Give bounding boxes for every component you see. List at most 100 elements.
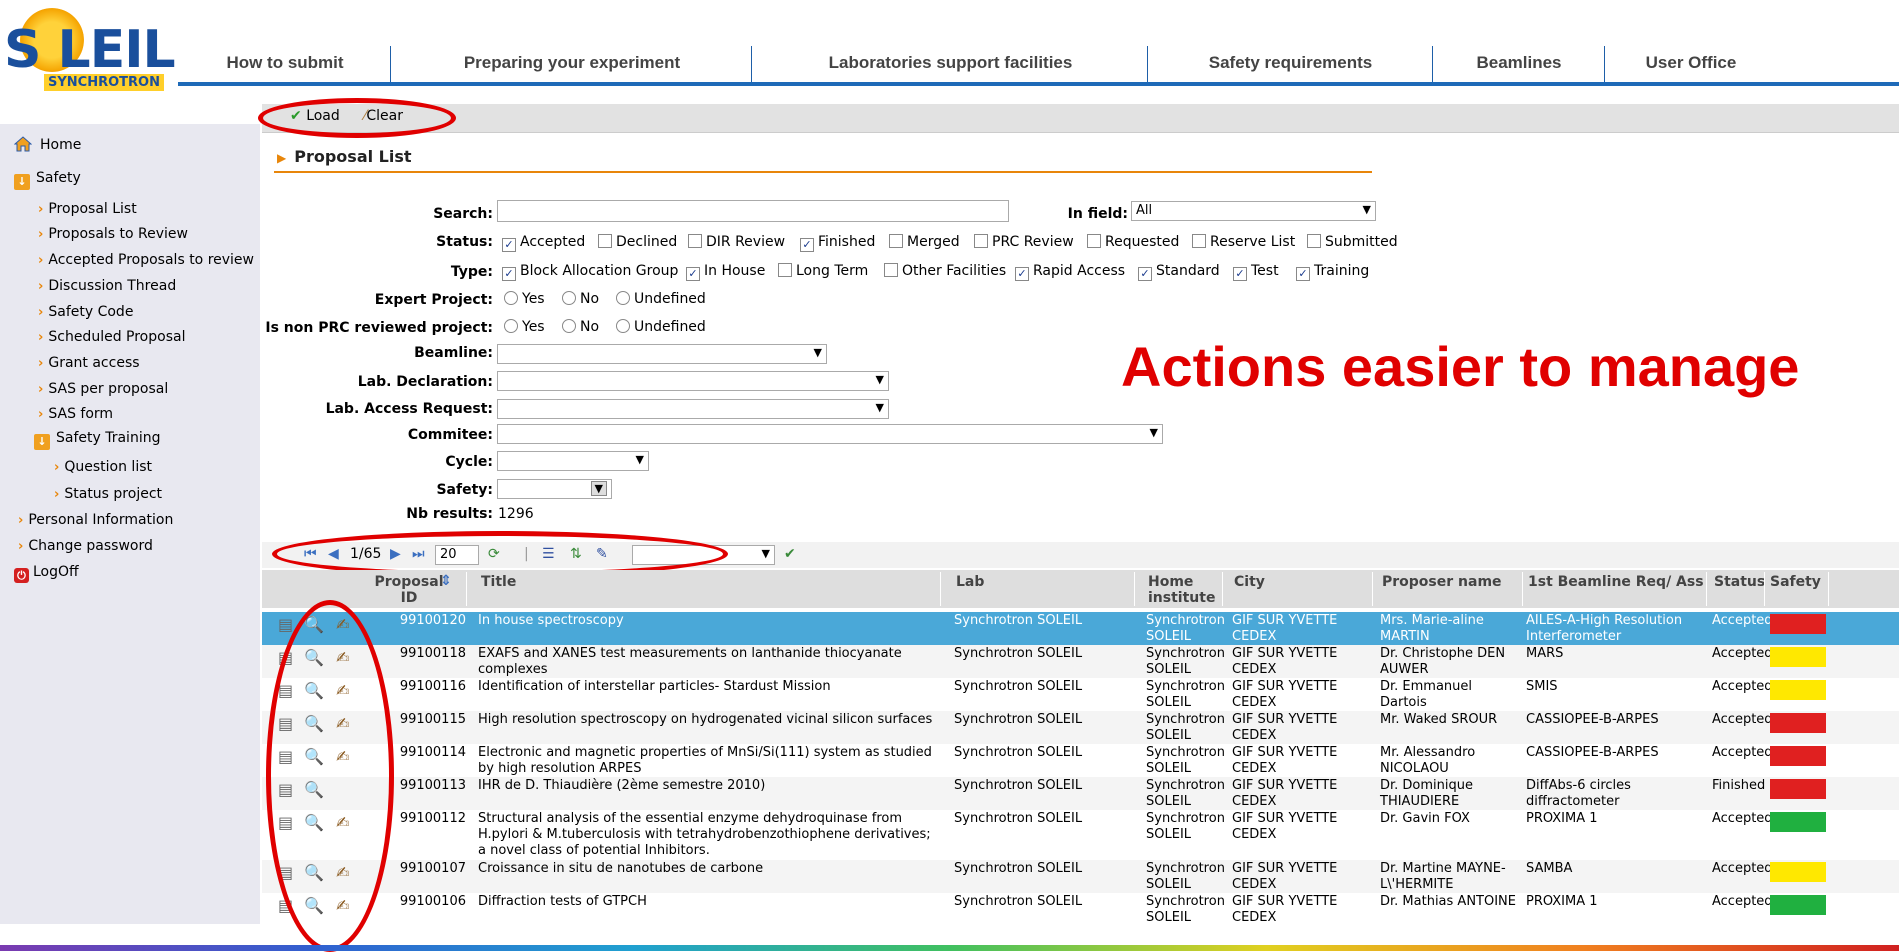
lab-access-select[interactable]: ▼ <box>497 399 889 419</box>
checkbox[interactable] <box>974 234 988 248</box>
expert-no[interactable]: No <box>562 291 599 307</box>
sidebar-item-accepted-proposals[interactable]: › Accepted Proposals to review <box>38 252 254 268</box>
type-other-facilities[interactable]: Other Facilities <box>884 263 1006 279</box>
table-row[interactable]: ▤ 🔍 ✍ 99100112 Structural analysis of the es… <box>262 810 1899 860</box>
col-status[interactable]: Status <box>1714 574 1765 590</box>
col-city[interactable]: City <box>1234 574 1265 590</box>
sort-arrow-icon[interactable]: ⇕ <box>440 573 452 589</box>
nav-how-to-submit[interactable]: How to submit <box>180 46 390 80</box>
checkbox[interactable]: ✓ <box>686 267 700 281</box>
checkbox[interactable] <box>1192 234 1206 248</box>
radio[interactable] <box>562 291 576 305</box>
checkbox[interactable]: ✓ <box>1138 267 1152 281</box>
status-finished[interactable]: ✓ Finished <box>800 234 875 252</box>
beamline-select[interactable]: ▼ <box>497 344 827 364</box>
checkbox[interactable]: ✓ <box>1015 267 1029 281</box>
nonprc-no[interactable]: No <box>562 319 599 335</box>
table-row[interactable]: ▤ 🔍 99100113 IHR de D. Thiaudière (2ème sem… <box>262 777 1899 810</box>
sidebar-item-grant-access[interactable]: › Grant access <box>38 355 140 371</box>
soleil-logo[interactable]: S LEIL SYNCHROTRON <box>4 8 180 91</box>
infield-select[interactable]: All ▼ <box>1131 201 1376 221</box>
type-long-term[interactable]: Long Term <box>778 263 868 279</box>
checkbox[interactable]: ✓ <box>800 238 814 252</box>
commitee-select[interactable]: ▼ <box>497 424 1163 444</box>
sidebar-item-safety-code[interactable]: › Safety Code <box>38 304 133 320</box>
table-row[interactable]: ▤ 🔍 ✍ 99100107 Croissance in situ de nanotub… <box>262 860 1899 893</box>
sidebar-item-sas-per-proposal[interactable]: › SAS per proposal <box>38 381 168 397</box>
status-accepted[interactable]: ✓ Accepted <box>502 234 585 252</box>
radio[interactable] <box>504 319 518 333</box>
type-in-house[interactable]: ✓ In House <box>686 263 765 281</box>
sidebar-item-status-project[interactable]: › Status project <box>54 486 162 502</box>
nav-laboratories[interactable]: Laboratories support facilities <box>753 46 1148 80</box>
type-training[interactable]: ✓ Training <box>1296 263 1369 281</box>
table-row[interactable]: ▤ 🔍 ✍ 99100120 In house spectroscopy Synchrot… <box>262 612 1899 645</box>
type-test[interactable]: ✓ Test <box>1233 263 1279 281</box>
sidebar-item-scheduled-proposal[interactable]: › Scheduled Proposal <box>38 329 185 345</box>
search-input[interactable] <box>497 200 1009 222</box>
sidebar-item-proposals-to-review[interactable]: › Proposals to Review <box>38 226 188 242</box>
col-safety[interactable]: Safety <box>1770 574 1821 590</box>
status-reserve-list[interactable]: Reserve List <box>1192 234 1295 250</box>
sidebar-item-safety-training[interactable]: ↓ Safety Training <box>34 430 160 450</box>
radio[interactable] <box>562 319 576 333</box>
sidebar-item-discussion-thread[interactable]: › Discussion Thread <box>38 278 176 294</box>
checkbox[interactable]: ✓ <box>502 238 516 252</box>
sidebar-item-proposal-list[interactable]: › Proposal List <box>38 201 137 217</box>
type-standard[interactable]: ✓ Standard <box>1138 263 1220 281</box>
status-dir-review[interactable]: DIR Review <box>688 234 785 250</box>
checkbox[interactable]: ✓ <box>1296 267 1310 281</box>
cycle-select[interactable]: ▼ <box>497 451 649 471</box>
sidebar-item-home[interactable]: Home <box>14 136 81 153</box>
col-proposer[interactable]: Proposer name <box>1382 574 1502 590</box>
sidebar-item-question-list[interactable]: › Question list <box>54 459 152 475</box>
nonprc-yes[interactable]: Yes <box>504 319 545 335</box>
status-requested[interactable]: Requested <box>1087 234 1179 250</box>
checkbox[interactable]: ✓ <box>1233 267 1247 281</box>
sidebar-item-sas-form[interactable]: › SAS form <box>38 406 113 422</box>
expert-yes[interactable]: Yes <box>504 291 545 307</box>
nonprc-undefined[interactable]: Undefined <box>616 319 706 335</box>
expert-undefined[interactable]: Undefined <box>616 291 706 307</box>
radio[interactable] <box>616 319 630 333</box>
nav-preparing-experiment[interactable]: Preparing your experiment <box>392 46 752 80</box>
status-prc-review[interactable]: PRC Review <box>974 234 1074 250</box>
checkbox[interactable] <box>889 234 903 248</box>
checkbox[interactable]: ✓ <box>502 267 516 281</box>
nav-safety-requirements[interactable]: Safety requirements <box>1149 46 1432 80</box>
sidebar-item-safety[interactable]: ↓ Safety <box>14 170 81 190</box>
table-row[interactable]: ▤ 🔍 ✍ 99100118 EXAFS and XANES test measurem… <box>262 645 1899 678</box>
checkbox[interactable] <box>1087 234 1101 248</box>
checkbox[interactable] <box>688 234 702 248</box>
radio[interactable] <box>616 291 630 305</box>
type-rapid-access[interactable]: ✓ Rapid Access <box>1015 263 1125 281</box>
col-proposal-id[interactable]: Proposal ID <box>370 574 448 606</box>
checkbox[interactable] <box>1307 234 1321 248</box>
table-row[interactable]: ▤ 🔍 ✍ 99100106 Diffraction tests of GTPCH Syn… <box>262 893 1899 926</box>
radio[interactable] <box>504 291 518 305</box>
status-submitted[interactable]: Submitted <box>1307 234 1398 250</box>
checkbox[interactable] <box>884 263 898 277</box>
sidebar-item-logoff[interactable]: ⏻ LogOff <box>14 564 79 583</box>
document-icon[interactable]: ▤ <box>278 615 293 634</box>
col-beamline[interactable]: 1st Beamline Req/ Ass <box>1528 574 1704 590</box>
status-merged[interactable]: Merged <box>889 234 960 250</box>
nav-beamlines[interactable]: Beamlines <box>1434 46 1604 80</box>
cell-status: Accepted <box>1712 613 1773 628</box>
checkbox[interactable] <box>778 263 792 277</box>
table-row[interactable]: ▤ 🔍 ✍ 99100116 Identification of interstella… <box>262 678 1899 711</box>
status-declined[interactable]: Declined <box>598 234 677 250</box>
table-row[interactable]: ▤ 🔍 ✍ 99100114 Electronic and magnetic prope… <box>262 744 1899 777</box>
lab-declaration-select[interactable]: ▼ <box>497 371 889 391</box>
checkbox[interactable] <box>598 234 612 248</box>
col-home-institute[interactable]: Home institute <box>1148 574 1218 606</box>
sidebar-item-change-password[interactable]: › Change password <box>18 538 153 554</box>
sidebar-item-personal-information[interactable]: › Personal Information <box>18 512 173 528</box>
nav-user-office[interactable]: User Office <box>1606 46 1776 80</box>
col-lab[interactable]: Lab <box>956 574 984 590</box>
apply-icon[interactable]: ✔ <box>784 546 796 562</box>
safety-select[interactable]: ▼ <box>497 479 612 499</box>
col-title[interactable]: Title <box>481 574 516 590</box>
table-row[interactable]: ▤ 🔍 ✍ 99100115 High resolution spectroscopy … <box>262 711 1899 744</box>
type-block-allocation[interactable]: ✓ Block Allocation Group <box>502 263 678 281</box>
